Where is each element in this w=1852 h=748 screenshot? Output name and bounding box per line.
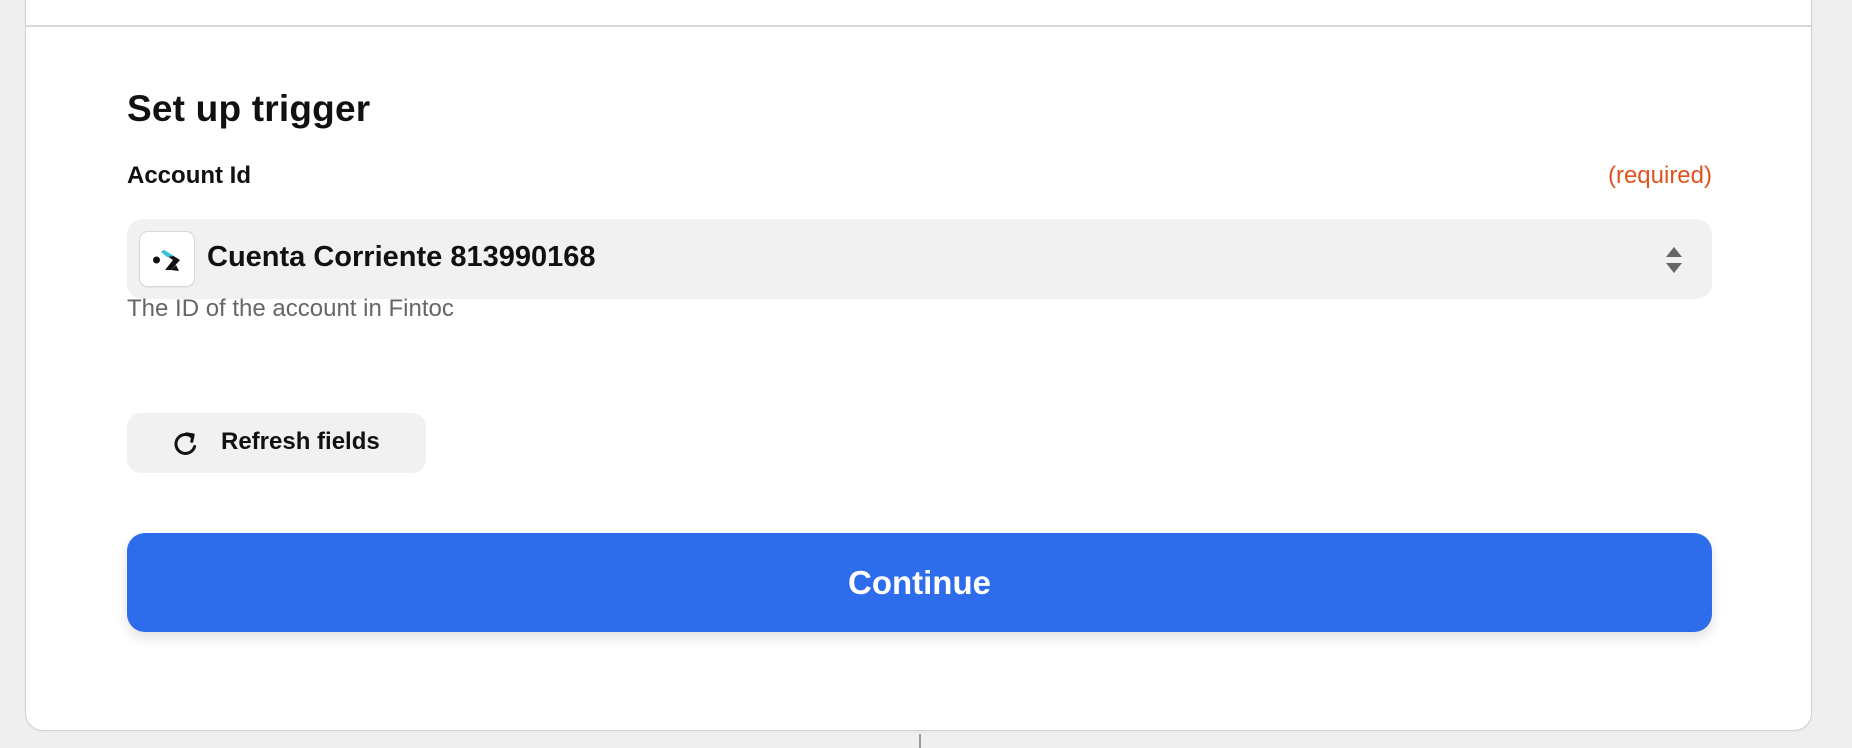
panel-top-divider: [26, 25, 1811, 27]
continue-button[interactable]: Continue: [127, 533, 1712, 632]
account-field-label-row: Account Id (required): [127, 162, 1712, 192]
account-id-selected-value: Cuenta Corriente 813990168: [207, 241, 596, 273]
account-id-label: Account Id: [127, 162, 251, 189]
refresh-fields-button[interactable]: Refresh fields: [127, 413, 426, 473]
trigger-setup-panel: Set up trigger Account Id (required) Cue…: [25, 0, 1812, 731]
up-down-select-arrows-icon: [1665, 245, 1683, 275]
required-label: (required): [1607, 162, 1712, 189]
fintoc-app-icon: [139, 231, 195, 287]
refresh-fields-label: Refresh fields: [221, 428, 380, 455]
section-title: Set up trigger: [127, 88, 371, 129]
refresh-icon: [172, 430, 199, 457]
account-id-help-text: The ID of the account in Fintoc: [127, 295, 454, 322]
workflow-connector-line: [919, 734, 921, 748]
account-id-select[interactable]: Cuenta Corriente 813990168: [127, 219, 1712, 299]
